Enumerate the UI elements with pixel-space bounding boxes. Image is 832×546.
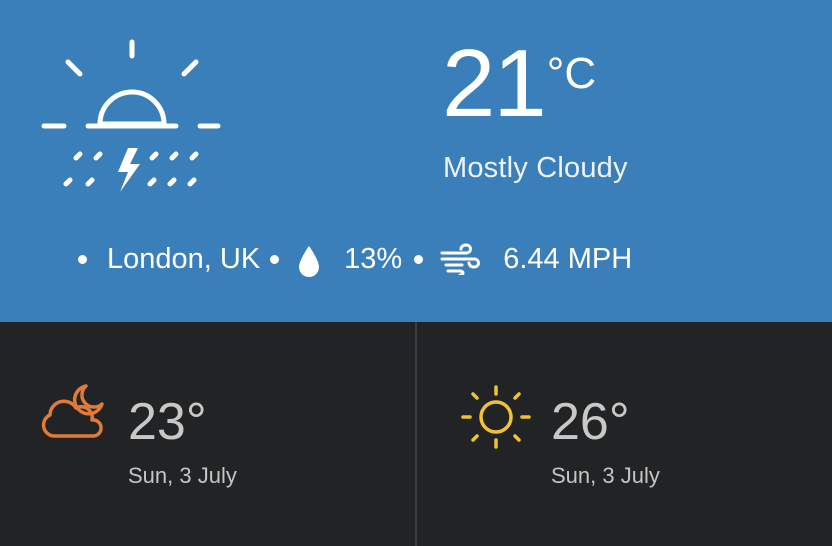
separator-dot bbox=[270, 254, 280, 264]
temperature-value: 21 bbox=[442, 30, 547, 137]
weather-details-row: London, UK 13% 6.44 MPH bbox=[78, 236, 632, 282]
humidity-value: 13% bbox=[344, 242, 403, 275]
weather-widget: 21 °C Mostly Cloudy London, UK 13% 6.44 bbox=[0, 0, 832, 546]
separator-dot bbox=[78, 254, 87, 264]
location-label: London, UK bbox=[107, 242, 261, 275]
temperature-unit: °C bbox=[546, 49, 597, 98]
cloud-moon-icon bbox=[41, 384, 104, 438]
water-drop-icon bbox=[299, 246, 320, 277]
forecast-day[interactable]: 23° Sun, 3 July bbox=[0, 322, 417, 546]
sun-rain-thunder-icon bbox=[41, 39, 221, 192]
separator-dot bbox=[414, 254, 424, 264]
forecast-temperature: 26° bbox=[551, 393, 630, 451]
forecast-day[interactable]: 26° Sun, 3 July bbox=[417, 322, 832, 546]
wind-speed-value: 6.44 MPH bbox=[503, 242, 633, 275]
current-weather-panel: 21 °C Mostly Cloudy London, UK 13% 6.44 bbox=[0, 0, 832, 322]
current-temperature: 21 °C bbox=[442, 28, 596, 140]
weather-condition: Mostly Cloudy bbox=[443, 152, 628, 184]
sun-icon bbox=[461, 385, 531, 449]
forecast-date: Sun, 3 July bbox=[128, 463, 237, 488]
forecast-temperature: 23° bbox=[128, 393, 207, 451]
forecast-panel: 23° Sun, 3 July 26° Sun, 3 July bbox=[0, 322, 832, 546]
forecast-date: Sun, 3 July bbox=[551, 463, 660, 488]
wind-icon bbox=[440, 243, 481, 275]
